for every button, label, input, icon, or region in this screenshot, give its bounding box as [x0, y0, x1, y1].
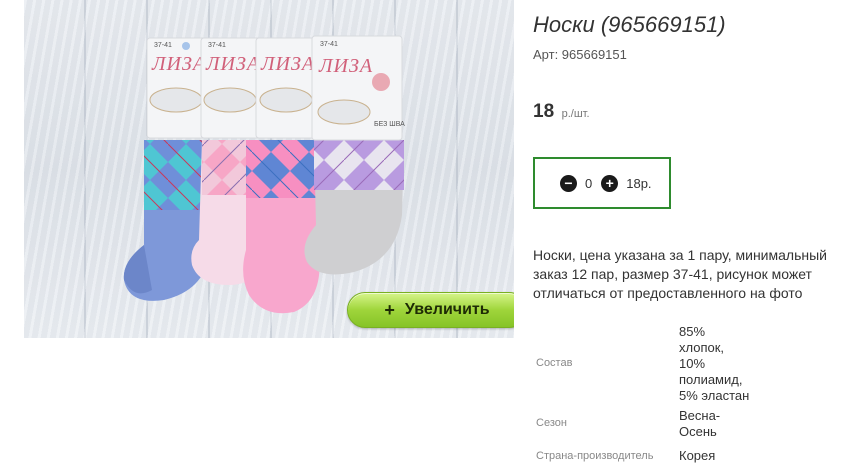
product-description: Носки, цена указана за 1 пару, минимальн… — [533, 247, 827, 301]
spec-value-line: полиамид, — [679, 372, 743, 387]
quantity-sum: 18р. — [626, 175, 652, 191]
sock-grey — [304, 140, 404, 275]
sock-tag-3: ЛИЗА — [255, 37, 319, 139]
spec-label-composition: Состав — [536, 357, 573, 369]
spec-value-line: Осень — [679, 424, 717, 439]
spec-label-season: Сезон — [536, 417, 567, 429]
zoom-button[interactable]: + Увеличить — [347, 292, 514, 328]
plus-icon: + — [384, 299, 395, 320]
spec-value-line: 10% — [679, 356, 706, 371]
spec-value-season: Весна- Осень — [679, 408, 720, 440]
svg-text:ЛИЗА: ЛИЗА — [205, 53, 260, 75]
svg-text:ЛИЗА: ЛИЗА — [260, 53, 315, 75]
spec-value-line: Весна- — [679, 408, 721, 423]
svg-text:37-41: 37-41 — [154, 42, 172, 49]
product-price: 18 р./шт. — [533, 101, 590, 123]
price-unit: р./шт. — [561, 108, 590, 120]
minus-icon[interactable]: − — [560, 174, 577, 192]
spec-value-line: хлопок, — [679, 340, 725, 355]
sock-tag-4: 37-41 ЛИЗА БЕЗ ШВА — [311, 35, 405, 141]
product-image[interactable]: 37-41 ЛИЗА 37-41 ЛИЗА ЛИЗА 37-41 ЛИЗА БЕ… — [24, 0, 514, 338]
sock-tag-1: 37-41 ЛИЗА — [146, 37, 210, 139]
plus-circle-icon[interactable]: + — [601, 174, 619, 192]
product-title: Носки (965669151) — [533, 12, 726, 37]
svg-text:БЕЗ ШВА: БЕЗ ШВА — [374, 121, 405, 128]
svg-text:37-41: 37-41 — [320, 41, 338, 48]
spec-label-country: Страна-производитель — [536, 450, 654, 462]
spec-value-line: 85% — [679, 324, 706, 339]
price-value: 18 — [533, 101, 555, 122]
spec-value-line: 5% эластан — [679, 388, 750, 403]
zoom-button-label: Увеличить — [404, 301, 490, 318]
quantity-value[interactable]: 0 — [585, 176, 592, 191]
svg-text:37-41: 37-41 — [208, 42, 226, 49]
product-sku: Арт: 965669151 — [533, 47, 627, 62]
svg-text:ЛИЗА: ЛИЗА — [151, 53, 206, 75]
quantity-selector: − 0 + 18р. — [533, 157, 671, 209]
spec-value-country: Корея — [679, 448, 716, 463]
socks-illustration: 37-41 ЛИЗА 37-41 ЛИЗА ЛИЗА 37-41 ЛИЗА БЕ… — [123, 35, 405, 314]
svg-text:ЛИЗА: ЛИЗА — [318, 55, 373, 77]
sock-pink — [243, 140, 320, 314]
sock-tag-2: 37-41 ЛИЗА — [200, 37, 264, 139]
spec-value-composition: 85% хлопок, 10% полиамид, 5% эластан — [679, 324, 749, 404]
